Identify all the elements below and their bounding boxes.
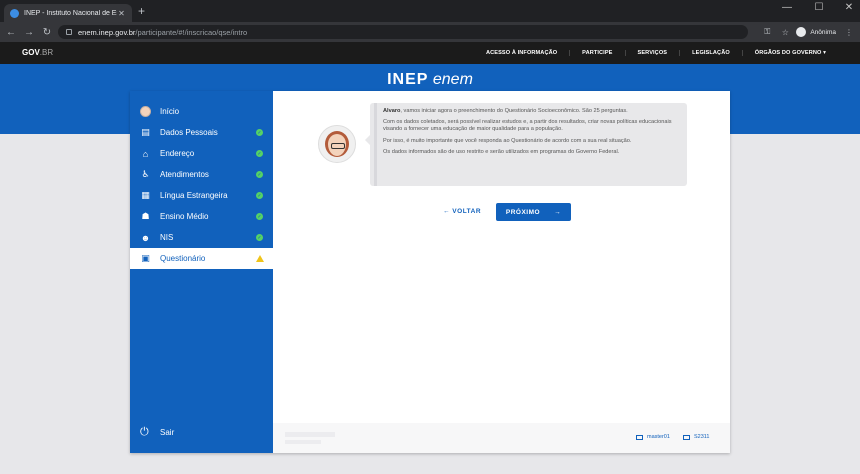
lock-icon: [66, 29, 72, 35]
profile-label: Anônima: [810, 28, 836, 36]
kebab-menu-icon[interactable]: ⋮: [842, 28, 856, 37]
sidebar-item-endereco[interactable]: ⌂ Endereço ✓: [130, 143, 273, 164]
people-icon: ☻: [140, 232, 151, 243]
sidebar-item-nis[interactable]: ☻ NIS ✓: [130, 227, 273, 248]
browser-toolbar: ← → ↻ enem.inep.gov.br/participante/#!/i…: [0, 22, 860, 42]
next-button[interactable]: PRÓXIMO →: [496, 203, 571, 221]
card-footer: master01 S2311: [273, 423, 730, 453]
content-area: Alvaro, vamos iniciar agora o preenchime…: [273, 91, 730, 453]
bookmark-star-icon[interactable]: ☆: [778, 28, 792, 37]
check-icon: ✓: [256, 129, 263, 136]
sidebar: Início ▤ Dados Pessoais ✓ ⌂ Endereço ✓ ♿…: [130, 91, 273, 453]
avatar-icon: [140, 106, 151, 117]
tab-close-icon[interactable]: ✕: [117, 9, 126, 18]
home-icon: ⌂: [142, 148, 149, 159]
gov-link-servicos[interactable]: SERVIÇOS: [624, 50, 680, 56]
intro-p4: Os dados informados são de uso restrito …: [383, 148, 620, 155]
gov-link-orgaos[interactable]: ÓRGÃOS DO GOVERNO ▾: [741, 50, 838, 56]
intro-message: Alvaro, vamos iniciar agora o preenchime…: [365, 103, 687, 186]
check-icon: ✓: [256, 213, 263, 220]
check-icon: ✓: [256, 234, 263, 241]
tab-title: INEP - Instituto Nacional de Est…: [24, 9, 117, 17]
maximize-icon[interactable]: ☐: [804, 2, 834, 13]
new-tab-icon[interactable]: +: [138, 5, 145, 17]
gov-link-participe[interactable]: PARTICIPE: [569, 50, 624, 56]
back-button[interactable]: ← VOLTAR: [443, 208, 481, 215]
url-host: enem.inep.gov.br: [78, 27, 136, 37]
sidebar-item-ensino-medio[interactable]: ☗ Ensino Médio ✓: [130, 206, 273, 227]
language-icon: ▦: [141, 190, 150, 200]
logout-button[interactable]: ⏻ Sair: [140, 427, 174, 438]
gov-link-acesso[interactable]: ACESSO À INFORMAÇÃO: [474, 50, 569, 56]
accessibility-icon: ♿: [141, 169, 150, 179]
main-card: Início ▤ Dados Pessoais ✓ ⌂ Endereço ✓ ♿…: [130, 91, 730, 453]
sidebar-menu: Início ▤ Dados Pessoais ✓ ⌂ Endereço ✓ ♿…: [130, 101, 273, 269]
browser-tabbar: INEP - Instituto Nacional de Est… ✕ + — …: [0, 0, 860, 22]
profile-button[interactable]: Anônima: [796, 27, 836, 37]
id-card-icon: ▤: [141, 127, 150, 137]
sidebar-item-dados-pessoais[interactable]: ▤ Dados Pessoais ✓: [130, 122, 273, 143]
gov-bar: GOV.BR ACESSO À INFORMAÇÃO PARTICIPE SER…: [0, 42, 860, 64]
gov-logo[interactable]: GOV.BR: [22, 48, 53, 57]
sidebar-item-questionario[interactable]: ▣ Questionário: [130, 248, 273, 269]
blurred-text: [285, 440, 321, 444]
sidebar-item-atendimentos[interactable]: ♿ Atendimentos ✓: [130, 164, 273, 185]
forward-arrow-icon[interactable]: →: [20, 27, 38, 38]
back-arrow-icon[interactable]: ←: [2, 27, 20, 38]
graduation-icon: ☗: [141, 211, 150, 221]
intro-p3: Por isso, é muito importante que você re…: [383, 137, 632, 144]
incognito-key-icon[interactable]: ⚿: [760, 27, 774, 37]
url-path: /participante/#!/inscricao/qse/intro: [135, 27, 248, 37]
close-window-icon[interactable]: ✕: [834, 2, 860, 13]
clipboard-icon: ▣: [141, 253, 150, 263]
check-icon: ✓: [256, 192, 263, 199]
inep-enem-logo: INEP enem: [387, 71, 473, 88]
version-info: S2311: [683, 434, 710, 440]
warning-icon: [256, 255, 264, 262]
reload-icon[interactable]: ↻: [38, 27, 56, 38]
gov-nav: ACESSO À INFORMAÇÃO PARTICIPE SERVIÇOS L…: [474, 42, 838, 64]
browser-tab[interactable]: INEP - Instituto Nacional de Est… ✕: [4, 4, 132, 22]
blurred-text: [285, 432, 335, 437]
site-favicon-icon: [10, 8, 19, 18]
minimize-icon[interactable]: —: [772, 2, 802, 13]
server-info: master01: [636, 434, 670, 440]
server-icon: [683, 434, 690, 440]
gov-link-legislacao[interactable]: LEGISLAÇÃO: [679, 50, 742, 56]
assistant-avatar: [318, 125, 356, 163]
sidebar-item-lingua-estrangeira[interactable]: ▦ Língua Estrangeira ✓: [130, 185, 273, 206]
check-icon: ✓: [256, 171, 263, 178]
sidebar-item-inicio[interactable]: Início: [130, 101, 273, 122]
intro-p1: Alvaro, vamos iniciar agora o preenchime…: [383, 108, 628, 114]
intro-p2: Com os dados coletados, será possível re…: [383, 119, 672, 133]
check-icon: ✓: [256, 150, 263, 157]
power-icon: ⏻: [140, 426, 149, 438]
monitor-icon: [636, 434, 643, 440]
profile-avatar-icon: [796, 27, 807, 37]
arrow-right-icon: →: [554, 208, 562, 216]
address-bar[interactable]: enem.inep.gov.br/participante/#!/inscric…: [58, 25, 748, 39]
